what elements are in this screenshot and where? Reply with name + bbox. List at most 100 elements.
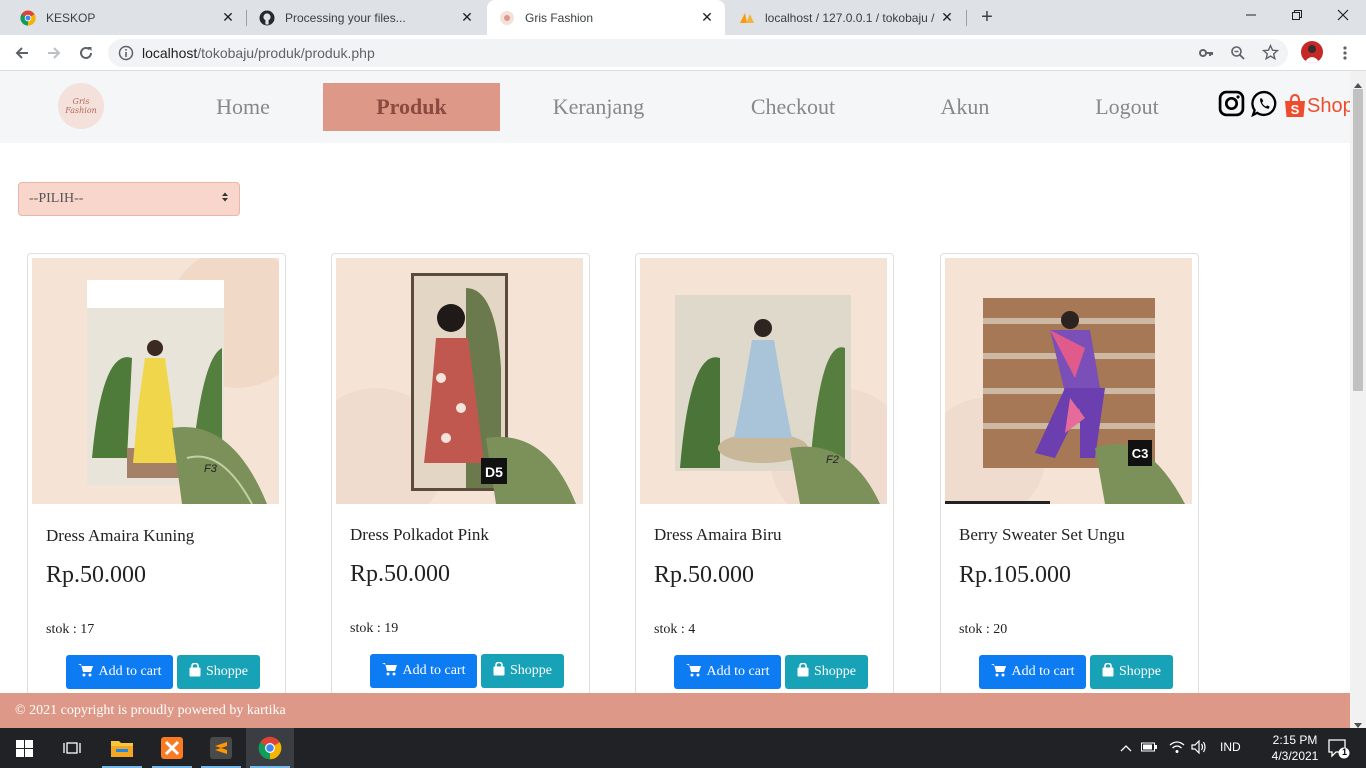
- social-links: S Shopee: [1218, 90, 1350, 122]
- file-explorer-icon[interactable]: [98, 728, 146, 768]
- instagram-icon[interactable]: [1218, 90, 1245, 122]
- product-image[interactable]: C3: [945, 258, 1192, 504]
- restore-icon[interactable]: [1274, 0, 1320, 30]
- nav-keranjang[interactable]: Keranjang: [530, 83, 667, 131]
- nav-logout[interactable]: Logout: [1077, 83, 1177, 131]
- xampp-icon[interactable]: [148, 728, 196, 768]
- shopee-logo[interactable]: S Shopee: [1284, 94, 1350, 118]
- select-value: --PILIH--: [29, 191, 84, 206]
- nav-checkout[interactable]: Checkout: [728, 83, 858, 131]
- svg-text:C3: C3: [1132, 446, 1149, 461]
- tray-chevron-icon[interactable]: [1120, 741, 1132, 755]
- info-icon[interactable]: [118, 45, 134, 66]
- clock-time: 2:15 PM: [1272, 733, 1318, 747]
- svg-text:S: S: [1291, 102, 1300, 117]
- shoppe-label: Shoppe: [510, 663, 552, 678]
- volume-icon[interactable]: [1191, 739, 1207, 757]
- bookmark-star-icon[interactable]: [1261, 43, 1280, 66]
- whatsapp-icon[interactable]: [1251, 90, 1278, 122]
- add-to-cart-label: Add to cart: [402, 663, 466, 678]
- chrome-taskbar-icon[interactable]: [246, 728, 294, 768]
- shopping-bag-icon: [1102, 662, 1114, 682]
- task-view-icon[interactable]: [48, 728, 96, 768]
- language-indicator[interactable]: IND: [1220, 740, 1241, 754]
- shoppe-button[interactable]: Shoppe: [785, 655, 868, 689]
- key-icon[interactable]: [1198, 45, 1214, 66]
- gris-icon: [499, 10, 515, 26]
- scrollbar-thumb[interactable]: [1353, 89, 1363, 391]
- shopping-bag-icon: [189, 662, 201, 682]
- shoppe-button[interactable]: Shoppe: [1090, 655, 1173, 689]
- windows-start-icon[interactable]: [0, 728, 48, 768]
- url-text: localhost/tokobaju/produk/produk.php: [142, 45, 375, 61]
- shopping-bag-icon: [493, 661, 505, 681]
- tab-github[interactable]: Processing your files... ✕: [247, 0, 485, 35]
- back-icon[interactable]: [10, 41, 34, 65]
- cart-icon: [77, 663, 94, 682]
- shopping-bag-icon: [797, 662, 809, 682]
- wifi-icon[interactable]: [1169, 740, 1185, 757]
- windows-taskbar: IND 2:15 PM 4/3/2021 1: [0, 728, 1366, 768]
- site-logo[interactable]: Gris Fashion: [58, 83, 104, 129]
- product-name: Dress Polkadot Pink: [350, 525, 489, 544]
- nav-home[interactable]: Home: [178, 83, 308, 131]
- add-to-cart-button[interactable]: Add to cart: [979, 655, 1086, 689]
- tab-title: Processing your files...: [285, 10, 406, 25]
- product-card: F2 Dress Amaira Biru Rp.50.000 stok : 4 …: [635, 253, 894, 693]
- shoppe-button[interactable]: Shoppe: [481, 654, 564, 688]
- tab-title: KESKOP: [46, 10, 96, 25]
- product-stock: stok : 20: [959, 622, 1008, 637]
- page-scrollbar[interactable]: [1350, 71, 1366, 728]
- close-window-icon[interactable]: [1320, 0, 1366, 30]
- minimize-icon[interactable]: [1228, 0, 1274, 30]
- battery-icon[interactable]: [1141, 741, 1157, 755]
- nav-akun[interactable]: Akun: [915, 83, 1015, 131]
- close-tab-icon[interactable]: ✕: [937, 9, 957, 26]
- profile-avatar[interactable]: [1301, 41, 1323, 63]
- add-to-cart-label: Add to cart: [1011, 664, 1075, 679]
- cart-icon: [685, 663, 702, 682]
- category-select[interactable]: --PILIH--: [18, 182, 240, 216]
- tab-separator: [966, 10, 967, 26]
- menu-icon[interactable]: [1333, 41, 1357, 65]
- close-tab-icon[interactable]: ✕: [457, 9, 477, 26]
- nav-produk[interactable]: Produk: [323, 83, 500, 131]
- clock-date: 4/3/2021: [1271, 749, 1319, 763]
- close-tab-icon[interactable]: ✕: [218, 9, 238, 26]
- shoppe-label: Shoppe: [1119, 664, 1161, 679]
- phpmyadmin-icon: [739, 10, 755, 26]
- product-image[interactable]: D5: [336, 258, 583, 504]
- shoppe-button[interactable]: Shoppe: [177, 655, 260, 689]
- product-price: Rp.50.000: [654, 562, 755, 588]
- svg-text:D5: D5: [485, 464, 503, 480]
- product-name: Dress Amaira Biru: [654, 525, 782, 544]
- new-tab-button[interactable]: +: [977, 6, 997, 28]
- add-to-cart-button[interactable]: Add to cart: [370, 654, 477, 688]
- add-to-cart-label: Add to cart: [706, 664, 770, 679]
- product-image[interactable]: F3: [32, 258, 279, 504]
- forward-icon[interactable]: [42, 41, 66, 65]
- tab-phpmyadmin[interactable]: localhost / 127.0.0.1 / tokobaju / ✕: [727, 0, 965, 35]
- add-to-cart-button[interactable]: Add to cart: [674, 655, 781, 689]
- shoppe-label: Shoppe: [814, 664, 856, 679]
- address-bar[interactable]: localhost/tokobaju/produk/produk.php: [108, 39, 1288, 67]
- product-stock: stok : 19: [350, 621, 399, 636]
- product-card: F3 Dress Amaira Kuning Rp.50.000 stok : …: [27, 253, 286, 693]
- product-price: Rp.50.000: [350, 561, 451, 587]
- shopee-label: Shopee: [1307, 94, 1350, 117]
- reload-icon[interactable]: [74, 41, 98, 65]
- product-name: Berry Sweater Set Ungu: [959, 525, 1125, 544]
- url-path: /tokobaju/produk/produk.php: [197, 45, 375, 61]
- clock[interactable]: 2:15 PM 4/3/2021: [1261, 732, 1329, 764]
- add-to-cart-button[interactable]: Add to cart: [66, 655, 173, 689]
- sublime-text-icon[interactable]: [197, 728, 245, 768]
- product-card: C3 Berry Sweater Set Ungu Rp.105.000 sto…: [940, 253, 1199, 693]
- site-footer: © 2021 copyright is proudly powered by k…: [0, 693, 1350, 728]
- tab-keskop[interactable]: KESKOP ✕: [8, 0, 246, 35]
- svg-text:F2: F2: [826, 454, 839, 466]
- tab-gris-fashion[interactable]: Gris Fashion ✕: [487, 0, 725, 35]
- close-tab-icon[interactable]: ✕: [697, 9, 717, 26]
- zoom-icon[interactable]: [1230, 45, 1246, 66]
- product-image[interactable]: F2: [640, 258, 887, 504]
- browser-toolbar: localhost/tokobaju/produk/produk.php: [0, 35, 1366, 71]
